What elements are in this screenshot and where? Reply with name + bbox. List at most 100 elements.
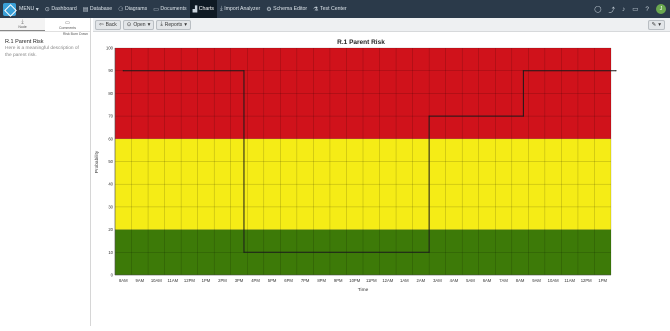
x-tick-label: 10AM xyxy=(548,278,559,283)
x-tick-label: 4PM xyxy=(251,278,260,283)
toolbar: ⇦ Back ⊙ Open ▾ ⤓ Reports ▾ ✎ ▾ xyxy=(93,18,670,32)
x-tick-label: 9PM xyxy=(334,278,343,283)
x-tick-label: 2PM xyxy=(218,278,227,283)
nav-dashboard[interactable]: ⊙ Dashboard xyxy=(42,0,80,18)
nav-charts[interactable]: ▟ Charts xyxy=(189,0,218,18)
back-button[interactable]: ⇦ Back xyxy=(95,19,121,30)
app-logo-icon[interactable] xyxy=(3,2,16,16)
nav-import-analyzer[interactable]: ⤓ Import Analyzer xyxy=(217,0,263,18)
nav-label: Database xyxy=(89,6,113,12)
menu-label: MENU xyxy=(19,6,35,12)
help-icon[interactable]: ? xyxy=(645,6,649,13)
x-tick-label: 3AM xyxy=(433,278,442,283)
data-point xyxy=(428,251,430,253)
tab-node[interactable]: ⤓ Node xyxy=(0,18,45,31)
nav-schema-editor[interactable]: ⚙ Schema Editor xyxy=(263,0,310,18)
x-tick-label: 7AM xyxy=(499,278,508,283)
y-tick-label: 20 xyxy=(108,227,113,232)
open-icon: ⊙ xyxy=(126,21,132,28)
x-tick-label: 5AM xyxy=(466,278,475,283)
x-tick-label: 12PM xyxy=(581,278,592,283)
caret-down-icon: ▾ xyxy=(184,21,188,28)
tab-comments[interactable]: ▭ Comments xyxy=(45,18,90,31)
y-tick-label: 100 xyxy=(106,46,114,51)
x-tick-label: 7PM xyxy=(301,278,310,283)
y-tick-label: 60 xyxy=(108,136,113,141)
x-tick-label: 11AM xyxy=(168,278,179,283)
x-tick-label: 8PM xyxy=(317,278,326,283)
open-label: Open xyxy=(133,21,146,28)
x-tick-label: 10AM xyxy=(151,278,162,283)
caret-down-icon: ▾ xyxy=(658,21,661,28)
y-tick-label: 10 xyxy=(108,250,113,255)
reports-button[interactable]: ⤓ Reports ▾ xyxy=(156,19,192,30)
chat-icon[interactable]: ◯ xyxy=(594,5,601,13)
x-tick-label: 1AM xyxy=(400,278,409,283)
data-point xyxy=(428,115,430,117)
nav-diagrams[interactable]: ⚆ Diagrams xyxy=(115,0,150,18)
x-tick-label: 1PM xyxy=(598,278,607,283)
data-point xyxy=(522,70,524,72)
x-tick-label: 6AM xyxy=(483,278,492,283)
y-tick-label: 90 xyxy=(108,68,113,73)
x-tick-label: 3PM xyxy=(235,278,244,283)
tab-comments-label: Comments xyxy=(59,25,76,30)
dashboard-icon: ⊙ xyxy=(44,6,50,13)
y-tick-label: 30 xyxy=(108,204,113,209)
flask-icon: ⚗ xyxy=(313,6,319,13)
nav-label: Schema Editor xyxy=(273,6,308,12)
nav-label: Dashboard xyxy=(51,6,77,12)
document-icon: ▭ xyxy=(153,6,159,13)
diagram-icon: ⚆ xyxy=(118,6,124,13)
y-tick-label: 70 xyxy=(108,114,113,119)
nav-documents[interactable]: ▭ Documents xyxy=(150,0,189,18)
x-tick-label: 8AM xyxy=(119,278,128,283)
x-tick-label: 8AM xyxy=(516,278,525,283)
bell-icon[interactable]: ♪ xyxy=(622,6,625,13)
x-axis-label: Time xyxy=(358,287,369,293)
back-label: Back xyxy=(105,21,117,28)
x-tick-label: 12AM xyxy=(382,278,393,283)
x-tick-label: 1PM xyxy=(202,278,211,283)
x-tick-label: 9AM xyxy=(532,278,541,283)
tools-button[interactable]: ✎ ▾ xyxy=(647,19,665,30)
open-button[interactable]: ⊙ Open ▾ xyxy=(122,19,155,30)
nav-label: Diagrams xyxy=(125,6,148,12)
x-tick-label: 10PM xyxy=(349,278,360,283)
data-point xyxy=(122,70,124,72)
chart-title: R.1 Parent Risk xyxy=(337,39,385,46)
data-point xyxy=(243,70,245,72)
y-tick-label: 50 xyxy=(108,159,113,164)
folder-icon[interactable]: ▭ xyxy=(632,5,638,13)
x-tick-label: 4AM xyxy=(450,278,459,283)
nav-label: Documents xyxy=(160,6,187,12)
nav-test-center[interactable]: ⚗ Test Center xyxy=(310,0,349,18)
sidebar: ⤓ Node ▭ Comments Risk Burn Down R.1 Par… xyxy=(0,18,91,326)
avatar[interactable]: J xyxy=(656,4,666,14)
top-navigation-bar: MENU ▾ ⊙ Dashboard ▤ Database ⚆ Diagrams ▭ Docu… xyxy=(0,0,670,18)
schema-icon: ⚙ xyxy=(266,6,272,13)
data-point xyxy=(615,70,617,72)
database-icon: ▤ xyxy=(82,6,89,13)
import-icon: ⤓ xyxy=(220,5,223,12)
data-point xyxy=(522,115,524,117)
x-tick-label: 11PM xyxy=(366,278,377,283)
risk-chart: R.1 Parent Risk Probability Time 0 10 20 30… xyxy=(94,39,617,293)
y-axis-label: Probability xyxy=(94,150,100,173)
caret-down-icon: ▾ xyxy=(35,6,39,13)
chart-icon: ▟ xyxy=(192,6,198,13)
chart-area: R.1 Parent Risk Probability Time 0 10 20 30… xyxy=(93,32,670,326)
share-icon[interactable]: ⤴ xyxy=(608,4,615,14)
nav-database[interactable]: ▤ Database xyxy=(80,0,115,18)
tab-node-label: Node xyxy=(18,25,27,29)
nav-label: Test Center xyxy=(320,6,347,12)
y-tick-label: 0 xyxy=(111,273,114,278)
x-tick-label: 9AM xyxy=(135,278,144,283)
y-tick-label: 80 xyxy=(108,91,113,96)
data-point xyxy=(243,251,245,253)
menu-button[interactable]: MENU ▾ xyxy=(16,0,42,18)
nav-label: Charts xyxy=(198,6,215,12)
reports-label: Reports xyxy=(164,21,183,28)
x-tick-label: 12PM xyxy=(184,278,195,283)
arrow-left-icon: ⇦ xyxy=(99,21,104,28)
